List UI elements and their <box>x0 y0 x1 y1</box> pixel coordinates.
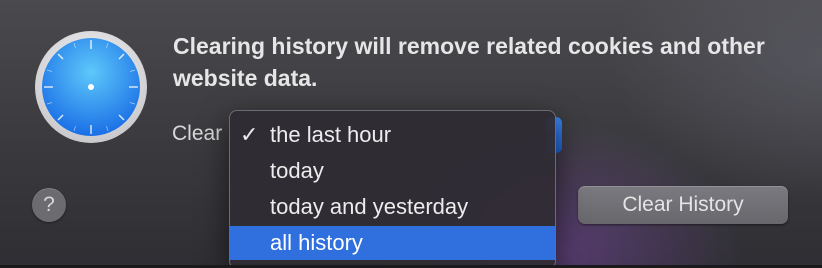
range-popup-menu: ✓ the last hour today today and yesterda… <box>229 110 556 268</box>
menu-item-today[interactable]: today <box>230 154 555 188</box>
safari-compass-icon <box>35 31 147 143</box>
dialog-message: Clearing history will remove related coo… <box>173 33 765 91</box>
help-button[interactable]: ? <box>32 188 66 222</box>
menu-item-label: today and yesterday <box>270 194 469 219</box>
clear-label: Clear <box>172 122 223 145</box>
menu-item-label: all history <box>270 230 363 255</box>
menu-item-all-history[interactable]: all history <box>230 226 555 260</box>
menu-item-today-and-yesterday[interactable]: today and yesterday <box>230 190 555 224</box>
checkmark-icon: ✓ <box>240 122 259 147</box>
clear-history-dialog: Clearing history will remove related coo… <box>0 0 822 268</box>
menu-item-label: the last hour <box>270 122 392 147</box>
menu-item-label: today <box>270 158 324 183</box>
menu-item-last-hour[interactable]: ✓ the last hour <box>230 118 555 152</box>
clear-history-button[interactable]: Clear History <box>578 186 788 224</box>
